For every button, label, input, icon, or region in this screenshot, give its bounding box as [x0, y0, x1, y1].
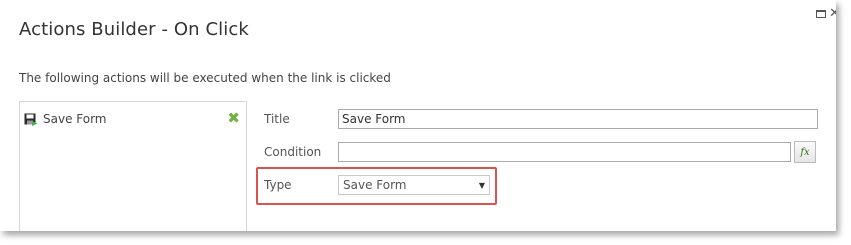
title-input[interactable] [338, 109, 818, 129]
type-highlight-box [256, 167, 497, 205]
save-form-icon [24, 112, 38, 126]
dialog-title: Actions Builder - On Click [19, 19, 249, 40]
action-item-label: Save Form [43, 112, 107, 126]
close-icon[interactable]: ✕ [829, 7, 836, 20]
condition-label: Condition [264, 145, 322, 159]
condition-input[interactable] [338, 142, 791, 162]
maximize-icon[interactable] [816, 10, 827, 18]
condition-row: Condition fx [264, 141, 816, 163]
action-item-save-form[interactable]: Save Form ✖ [24, 109, 244, 129]
remove-action-icon[interactable]: ✖ [227, 110, 240, 126]
title-label: Title [264, 112, 290, 126]
title-row: Title [264, 108, 818, 130]
formula-builder-button[interactable]: fx [794, 141, 816, 163]
actions-builder-dialog: ✕ Actions Builder - On Click The followi… [0, 0, 836, 231]
dialog-description: The following actions will be executed w… [19, 71, 391, 85]
window-controls: ✕ [816, 7, 836, 20]
actions-list: Save Form ✖ [19, 101, 247, 231]
